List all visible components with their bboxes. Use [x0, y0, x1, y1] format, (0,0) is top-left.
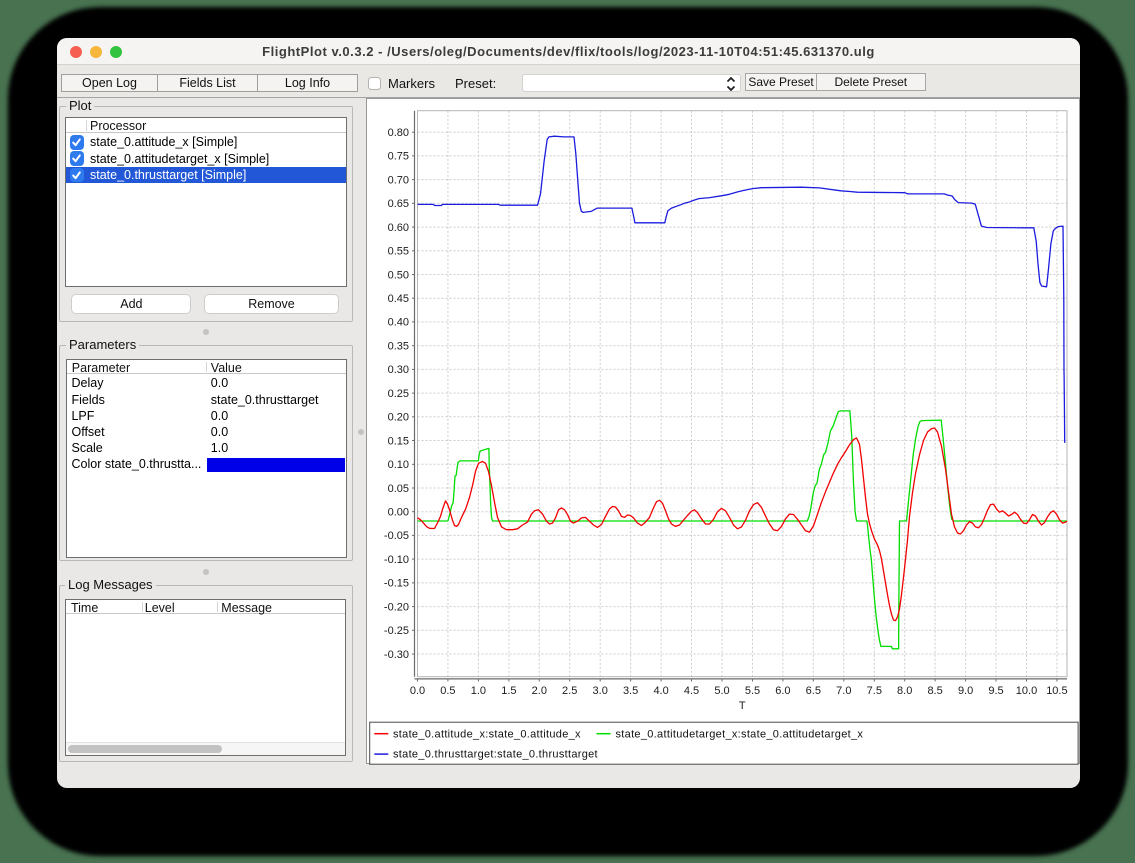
svg-text:1.5: 1.5 [501, 685, 516, 697]
svg-text:T: T [738, 700, 745, 712]
svg-text:6.0: 6.0 [775, 685, 790, 697]
svg-text:-0.10: -0.10 [383, 554, 408, 566]
svg-text:8.5: 8.5 [927, 685, 942, 697]
svg-text:0.70: 0.70 [387, 175, 408, 187]
svg-text:0.30: 0.30 [387, 364, 408, 376]
svg-text:state_0.attitudetarget_x:state: state_0.attitudetarget_x:state_0.attitud… [615, 729, 863, 741]
svg-text:0.55: 0.55 [387, 246, 408, 258]
svg-text:10.5: 10.5 [1046, 685, 1067, 697]
svg-text:6.5: 6.5 [805, 685, 820, 697]
svg-text:-0.05: -0.05 [383, 530, 408, 542]
svg-text:state_0.thrusttarget:state_0.t: state_0.thrusttarget:state_0.thrusttarge… [393, 749, 598, 761]
svg-text:0.0: 0.0 [409, 685, 424, 697]
svg-text:7.0: 7.0 [836, 685, 851, 697]
svg-text:0.35: 0.35 [387, 341, 408, 353]
svg-text:0.60: 0.60 [387, 222, 408, 234]
svg-text:-0.15: -0.15 [383, 578, 408, 590]
svg-text:0.05: 0.05 [387, 483, 408, 495]
svg-text:2.5: 2.5 [562, 685, 577, 697]
svg-text:4.5: 4.5 [683, 685, 698, 697]
svg-text:0.65: 0.65 [387, 198, 408, 210]
svg-text:9.0: 9.0 [957, 685, 972, 697]
svg-text:0.10: 0.10 [387, 459, 408, 471]
svg-text:0.80: 0.80 [387, 127, 408, 139]
svg-text:0.20: 0.20 [387, 412, 408, 424]
svg-text:state_0.attitude_x:state_0.att: state_0.attitude_x:state_0.attitude_x [393, 729, 581, 741]
svg-text:-0.20: -0.20 [383, 602, 408, 614]
svg-text:-0.25: -0.25 [383, 625, 408, 637]
svg-text:9.5: 9.5 [988, 685, 1003, 697]
svg-text:4.0: 4.0 [653, 685, 668, 697]
svg-text:8.0: 8.0 [897, 685, 912, 697]
svg-text:0.00: 0.00 [387, 507, 408, 519]
svg-text:0.5: 0.5 [440, 685, 455, 697]
svg-text:10.0: 10.0 [1015, 685, 1036, 697]
svg-text:1.0: 1.0 [470, 685, 485, 697]
svg-text:3.0: 3.0 [592, 685, 607, 697]
svg-text:7.5: 7.5 [866, 685, 881, 697]
svg-text:0.15: 0.15 [387, 436, 408, 448]
svg-text:-0.30: -0.30 [383, 649, 408, 661]
svg-text:0.45: 0.45 [387, 293, 408, 305]
svg-text:3.5: 3.5 [622, 685, 637, 697]
svg-text:0.40: 0.40 [387, 317, 408, 329]
svg-text:2.0: 2.0 [531, 685, 546, 697]
svg-text:5.5: 5.5 [744, 685, 759, 697]
svg-text:5.0: 5.0 [714, 685, 729, 697]
svg-text:0.75: 0.75 [387, 151, 408, 163]
svg-text:0.50: 0.50 [387, 270, 408, 282]
svg-text:0.25: 0.25 [387, 388, 408, 400]
